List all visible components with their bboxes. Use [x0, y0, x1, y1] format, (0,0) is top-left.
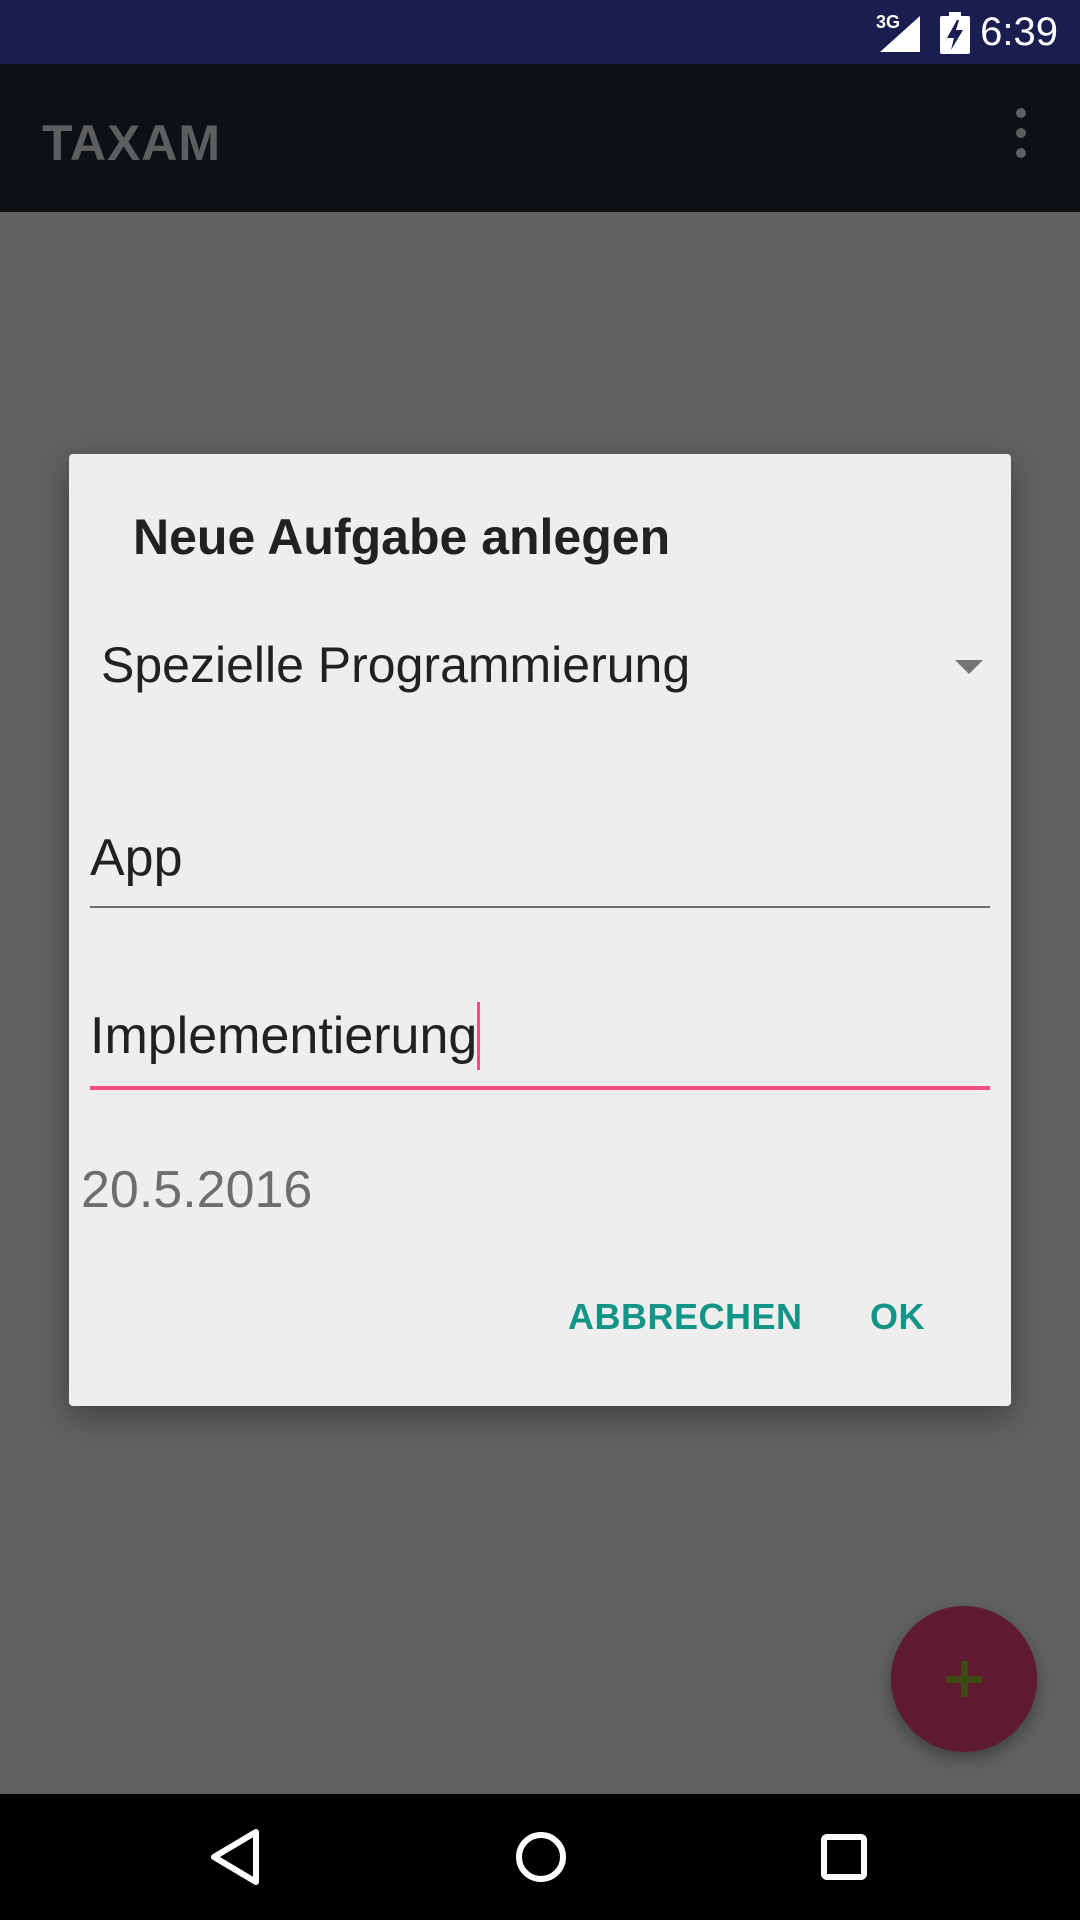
app-bar: TAXAM [0, 64, 1080, 212]
date-text[interactable]: 20.5.2016 [81, 1160, 312, 1220]
project-field-value: App [90, 829, 183, 887]
spinner-selected-value: Spezielle Programmierung [101, 637, 691, 693]
battery-charging-icon [940, 12, 970, 54]
task-field-value: Implementierung [90, 1002, 481, 1070]
text-cursor [477, 1002, 481, 1070]
add-task-fab[interactable] [891, 1606, 1037, 1752]
recents-icon[interactable] [809, 1822, 879, 1892]
category-spinner[interactable]: Spezielle Programmierung [101, 624, 987, 704]
project-field[interactable]: App [90, 828, 990, 908]
task-field[interactable]: Implementierung [90, 1002, 990, 1090]
project-field-underline [90, 906, 990, 908]
back-icon[interactable] [200, 1822, 270, 1892]
app-title: TAXAM [42, 115, 222, 171]
more-vert-icon[interactable] [1006, 108, 1036, 168]
cancel-button[interactable]: ABBRECHEN [568, 1296, 803, 1338]
status-bar: 3G 6:39 [0, 0, 1080, 64]
dropdown-arrow-icon [955, 660, 983, 674]
navigation-bar [0, 1794, 1080, 1920]
home-icon[interactable] [506, 1822, 576, 1892]
signal-icon [880, 16, 920, 52]
clock: 6:39 [980, 10, 1058, 54]
plus-icon [946, 1661, 982, 1697]
dialog-title: Neue Aufgabe anlegen [133, 509, 671, 565]
new-task-dialog: Neue Aufgabe anlegen Spezielle Programmi… [69, 454, 1011, 1406]
task-field-underline [90, 1086, 990, 1090]
ok-button[interactable]: OK [870, 1296, 925, 1338]
